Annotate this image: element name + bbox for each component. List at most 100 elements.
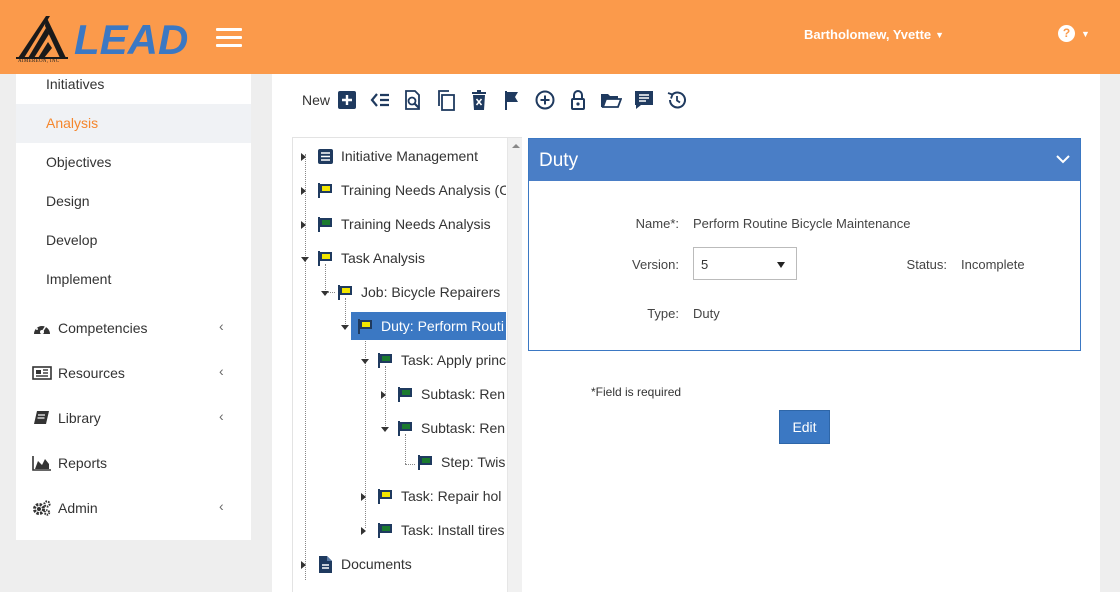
tree-node-label: Subtask: Ren <box>421 420 506 436</box>
document-icon <box>319 556 332 573</box>
tree-node-label: Task: Apply princ <box>401 352 506 368</box>
caret-down-icon <box>777 262 785 268</box>
chevron-down-icon[interactable] <box>1055 151 1071 167</box>
status-value: Incomplete <box>961 257 1025 272</box>
version-select[interactable]: 5 <box>693 247 797 280</box>
collapse-arrow-icon[interactable] <box>321 291 329 296</box>
logo-company-text: AIMEREON, INC <box>18 59 60 64</box>
chevron-left-icon: ‹ <box>219 498 224 514</box>
yellow-flag-icon <box>318 251 332 266</box>
newspaper-icon <box>32 366 52 380</box>
book-icon <box>34 411 49 424</box>
sidebar-item-initiatives[interactable]: Initiatives <box>16 65 251 104</box>
tree-connector <box>405 434 406 464</box>
sidebar-item-label: Library <box>58 410 101 426</box>
yellow-flag-icon <box>358 319 372 334</box>
tree-node-label: Training Needs Analysis (C <box>341 182 506 198</box>
caret-down-icon: ▼ <box>1081 28 1090 39</box>
sidebar-item-label: Resources <box>58 365 125 381</box>
expand-arrow-icon[interactable] <box>361 527 366 535</box>
menu-toggle-button[interactable] <box>216 28 242 48</box>
expand-arrow-icon[interactable] <box>301 153 306 161</box>
detail-panel-header: Duty <box>529 139 1080 181</box>
tree-connector <box>325 264 326 292</box>
chevron-left-icon: ‹ <box>219 318 224 334</box>
yellow-flag-icon <box>378 489 392 504</box>
version-selected-value: 5 <box>701 257 709 272</box>
indent-list-button[interactable] <box>369 89 391 111</box>
collapse-arrow-icon[interactable] <box>381 427 389 432</box>
help-menu-dropdown[interactable]: ? ▼ <box>1058 25 1090 42</box>
sidebar-item-design[interactable]: Design <box>16 182 251 221</box>
detail-panel-title: Duty <box>539 150 579 171</box>
delete-button[interactable] <box>468 89 490 111</box>
green-flag-icon <box>318 217 332 232</box>
comment-list-button[interactable] <box>633 89 655 111</box>
duty-detail-panel: Duty Name*: Perform Routine Bicycle Main… <box>528 138 1081 351</box>
expand-arrow-icon[interactable] <box>301 561 306 569</box>
help-icon: ? <box>1058 25 1075 42</box>
sidebar-item-label: Reports <box>58 455 108 471</box>
search-document-button[interactable] <box>402 89 424 111</box>
search-document-icon <box>405 90 420 110</box>
sidebar-item-analysis[interactable]: Analysis <box>16 104 251 143</box>
sidebar-item-label: Competencies <box>58 320 148 336</box>
sidebar-item-label: Admin <box>58 500 98 516</box>
yellow-flag-icon <box>338 285 352 300</box>
edit-button[interactable]: Edit <box>779 410 830 444</box>
sidebar-item-resources[interactable]: Resources ‹ <box>16 351 251 396</box>
logo-wordmark: LEAD <box>74 18 188 60</box>
tree-node-label: Training Needs Analysis <box>341 216 491 232</box>
circle-plus-button[interactable] <box>534 89 556 111</box>
expand-arrow-icon[interactable] <box>301 187 306 195</box>
name-value: Perform Routine Bicycle Maintenance <box>693 216 911 231</box>
user-menu-dropdown[interactable]: Bartholomew, Yvette ▼ <box>804 27 944 42</box>
hamburger-bar <box>216 36 242 39</box>
logo-triangle-icon <box>16 16 68 59</box>
collapse-arrow-icon[interactable] <box>361 359 369 364</box>
scroll-up-arrow-icon[interactable] <box>512 144 520 148</box>
collapse-arrow-icon[interactable] <box>341 325 349 330</box>
tree-scrollbar[interactable] <box>507 138 522 592</box>
sidebar: Initiatives Analysis Objectives Design D… <box>16 74 251 540</box>
folder-open-button[interactable] <box>600 89 623 111</box>
sidebar-item-implement[interactable]: Implement <box>16 260 251 299</box>
collapse-arrow-icon[interactable] <box>301 257 309 262</box>
expand-arrow-icon[interactable] <box>361 493 366 501</box>
green-flag-icon <box>378 523 392 538</box>
chevron-left-icon: ‹ <box>219 363 224 379</box>
tree-node-label: Initiative Management <box>341 148 478 164</box>
tree-connector <box>345 298 346 326</box>
lead-logo[interactable]: AIMEREON, INC LEAD <box>16 14 201 68</box>
lock-icon <box>571 90 586 110</box>
add-icon <box>338 91 357 109</box>
gears-icon <box>33 500 51 516</box>
sidebar-item-develop[interactable]: Develop <box>16 221 251 260</box>
flag-button[interactable] <box>501 89 523 111</box>
expand-arrow-icon[interactable] <box>301 221 306 229</box>
history-button[interactable] <box>666 89 688 111</box>
circle-plus-icon <box>535 90 555 110</box>
logo-word-text: LEAD <box>74 18 188 60</box>
green-flag-icon <box>378 353 392 368</box>
green-flag-icon <box>398 387 412 402</box>
hamburger-bar <box>216 44 242 47</box>
area-chart-icon <box>32 456 51 471</box>
sidebar-item-reports[interactable]: Reports <box>16 441 251 486</box>
chevron-left-icon: ‹ <box>219 408 224 424</box>
comment-list-icon <box>635 91 654 109</box>
add-button[interactable] <box>336 89 358 111</box>
type-label: Type: <box>647 306 679 321</box>
expand-arrow-icon[interactable] <box>381 391 386 399</box>
tree-node-label: Task: Install tires <box>401 522 505 538</box>
copy-button[interactable] <box>435 89 457 111</box>
version-label: Version: <box>632 257 679 272</box>
sidebar-item-library[interactable]: Library ‹ <box>16 396 251 441</box>
sidebar-item-competencies[interactable]: Competencies ‹ <box>16 306 251 351</box>
lock-button[interactable] <box>567 89 589 111</box>
sidebar-item-objectives[interactable]: Objectives <box>16 143 251 182</box>
tree-node-label: Job: Bicycle Repairers <box>361 284 501 300</box>
dashboard-icon <box>34 323 50 334</box>
sidebar-item-admin[interactable]: Admin ‹ <box>16 486 251 531</box>
tree-panel: Initiative Management Training Needs Ana… <box>292 137 522 592</box>
